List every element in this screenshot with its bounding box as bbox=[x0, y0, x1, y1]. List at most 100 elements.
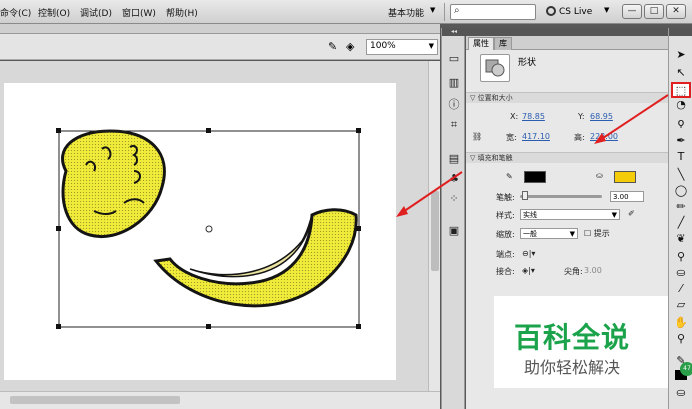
components-icon[interactable]: ♣ bbox=[446, 172, 462, 186]
paint-bucket-tool-icon[interactable]: ⛀ bbox=[673, 266, 689, 280]
zoom-tool-icon[interactable]: ⚲ bbox=[673, 332, 689, 346]
brush-tool-icon[interactable]: ╱ bbox=[673, 216, 689, 230]
panel-info-icon[interactable]: ▥ bbox=[446, 76, 462, 90]
height-value[interactable]: 223.00 bbox=[590, 132, 618, 141]
join-select[interactable]: ◈|▾ bbox=[522, 266, 535, 275]
height-label: 高: bbox=[574, 133, 585, 142]
fill-color-icon[interactable]: ⛀ bbox=[673, 386, 689, 400]
pencil-icon: ✎ bbox=[506, 172, 513, 181]
tools-panel: ➤ ↖ ⬚ ◔ ϙ ✒ T ╲ ◯ ✏ ╱ ❦ ⚲ ⛀ ⁄ ▱ ✋ ⚲ ✎ ⛀ bbox=[668, 28, 692, 409]
stroke-color-swatch[interactable] bbox=[524, 171, 546, 183]
panel-header[interactable] bbox=[466, 28, 668, 36]
slider-handle[interactable] bbox=[522, 191, 528, 200]
y-label: Y: bbox=[578, 112, 585, 121]
hand-tool-icon[interactable]: ✋ bbox=[673, 316, 689, 330]
selection-tool-icon[interactable]: ➤ bbox=[673, 48, 689, 62]
section-position-size[interactable]: ▽ 位置和大小 bbox=[466, 92, 668, 103]
menu-command[interactable]: 命令(C) bbox=[0, 6, 31, 19]
chevron-down-icon[interactable]: ▼ bbox=[604, 6, 609, 14]
lasso-tool-icon[interactable]: ϙ bbox=[673, 116, 689, 130]
subselection-tool-icon[interactable]: ↖ bbox=[673, 66, 689, 80]
scroll-thumb[interactable] bbox=[10, 396, 180, 404]
edit-symbol-icon[interactable]: ✎ bbox=[328, 40, 337, 53]
cs-live-button[interactable]: CS Live bbox=[546, 6, 592, 17]
workspace-switcher[interactable]: 基本功能 bbox=[388, 6, 424, 19]
stroke-width-input[interactable]: 3.00 bbox=[610, 191, 644, 202]
transform-icon[interactable]: ⌗ bbox=[446, 118, 462, 132]
chevron-down-icon: ▼ bbox=[569, 230, 575, 238]
line-tool-icon[interactable]: ╲ bbox=[673, 168, 689, 182]
join-label: 接合: bbox=[496, 267, 515, 276]
watermark: 百科全说 助你轻松解决 bbox=[494, 296, 668, 388]
horizontal-scrollbar[interactable] bbox=[0, 391, 440, 409]
expand-icon[interactable]: ◂◂ bbox=[442, 28, 466, 36]
cap-select[interactable]: ⊖|▾ bbox=[522, 249, 535, 258]
cs-live-icon bbox=[546, 6, 556, 16]
section-label: 填充和笔触 bbox=[477, 154, 513, 162]
oval-tool-icon[interactable]: ◯ bbox=[673, 184, 689, 198]
chevron-down-icon: ▼ bbox=[611, 211, 617, 219]
menu-debug[interactable]: 调试(D) bbox=[80, 6, 112, 19]
tab-library[interactable]: 库 bbox=[494, 37, 512, 50]
menu-bar: 命令(C) 控制(O) 调试(D) 窗口(W) 帮助(H) 基本功能 ▼ ⌕ C… bbox=[0, 0, 692, 24]
close-button[interactable]: ✕ bbox=[666, 4, 686, 19]
section-label: 位置和大小 bbox=[477, 94, 513, 102]
deco-tool-icon[interactable]: ❦ bbox=[673, 232, 689, 246]
motion-presets-icon[interactable]: ⁘ bbox=[446, 192, 462, 206]
y-value[interactable]: 68.95 bbox=[590, 112, 613, 121]
color-panel-icon[interactable]: ▣ bbox=[446, 224, 462, 238]
search-icon: ⌕ bbox=[454, 5, 460, 16]
stroke-slider[interactable] bbox=[520, 195, 602, 198]
maximize-button[interactable]: □ bbox=[644, 4, 664, 19]
eraser-tool-icon[interactable]: ▱ bbox=[673, 298, 689, 312]
zoom-select[interactable]: 100% ▼ bbox=[366, 39, 438, 55]
vertical-scrollbar[interactable] bbox=[428, 61, 440, 391]
style-select[interactable]: 实线 ▼ bbox=[520, 209, 620, 220]
menu-help[interactable]: 帮助(H) bbox=[166, 6, 198, 19]
stroke-label: 笔触: bbox=[496, 193, 515, 202]
paint-bucket-icon: ⛀ bbox=[596, 171, 603, 180]
miter-value[interactable]: 3.00 bbox=[584, 266, 602, 275]
text-tool-icon[interactable]: T bbox=[673, 150, 689, 164]
cap-label: 端点: bbox=[496, 250, 515, 259]
search-input[interactable]: ⌕ bbox=[450, 4, 536, 20]
bone-tool-icon[interactable]: ⚲ bbox=[673, 250, 689, 264]
history-icon[interactable]: ▤ bbox=[446, 152, 462, 166]
stage-canvas[interactable] bbox=[4, 83, 396, 380]
watermark-title: 百科全说 bbox=[514, 321, 631, 354]
fill-color-swatch[interactable] bbox=[614, 171, 636, 183]
3d-rotation-tool-icon[interactable]: ◔ bbox=[673, 98, 689, 112]
x-value[interactable]: 78.85 bbox=[522, 112, 545, 121]
window-controls: — □ ✕ bbox=[620, 4, 686, 19]
style-label: 样式: bbox=[496, 211, 515, 220]
collapsed-panels: ◂◂ ▭ ▥ ⓘ ⌗ ▤ ♣ ⁘ ▣ bbox=[441, 28, 466, 409]
hint-checkbox[interactable]: ☐ 提示 bbox=[584, 228, 610, 239]
document-tab-strip bbox=[0, 24, 440, 34]
menu-window[interactable]: 窗口(W) bbox=[122, 6, 156, 19]
menu-control[interactable]: 控制(O) bbox=[38, 6, 70, 19]
watermark-subtitle: 助你轻松解决 bbox=[524, 358, 621, 377]
zoom-value: 100% bbox=[370, 41, 396, 51]
edit-style-icon[interactable]: ✐ bbox=[628, 209, 635, 218]
tab-properties[interactable]: 属性 bbox=[468, 37, 494, 50]
pen-tool-icon[interactable]: ✒ bbox=[673, 134, 689, 148]
info-icon[interactable]: ⓘ bbox=[446, 96, 462, 111]
scale-select[interactable]: 一般 ▼ bbox=[520, 228, 578, 239]
eyedropper-tool-icon[interactable]: ⁄ bbox=[673, 282, 689, 296]
section-fill-stroke[interactable]: ▽ 填充和笔触 bbox=[466, 152, 668, 163]
minimize-button[interactable]: — bbox=[622, 4, 642, 19]
lock-ratio-icon[interactable]: ⛓ bbox=[472, 132, 482, 141]
pencil-tool-icon[interactable]: ✏ bbox=[673, 200, 689, 214]
edit-bar: ✎ ◈ 100% ▼ bbox=[0, 34, 440, 60]
chevron-down-icon[interactable]: ▼ bbox=[430, 6, 435, 14]
panel-align-icon[interactable]: ▭ bbox=[446, 52, 462, 66]
edit-scene-icon[interactable]: ◈ bbox=[346, 40, 354, 53]
melon-shape bbox=[61, 129, 166, 238]
artwork[interactable] bbox=[4, 83, 396, 380]
panel-header[interactable] bbox=[669, 28, 692, 36]
free-transform-tool-icon[interactable]: ⬚ bbox=[671, 82, 691, 98]
scroll-thumb[interactable] bbox=[431, 191, 439, 271]
object-type-label: 形状 bbox=[518, 58, 537, 68]
scale-value: 一般 bbox=[523, 230, 537, 238]
width-value[interactable]: 417.10 bbox=[522, 132, 550, 141]
